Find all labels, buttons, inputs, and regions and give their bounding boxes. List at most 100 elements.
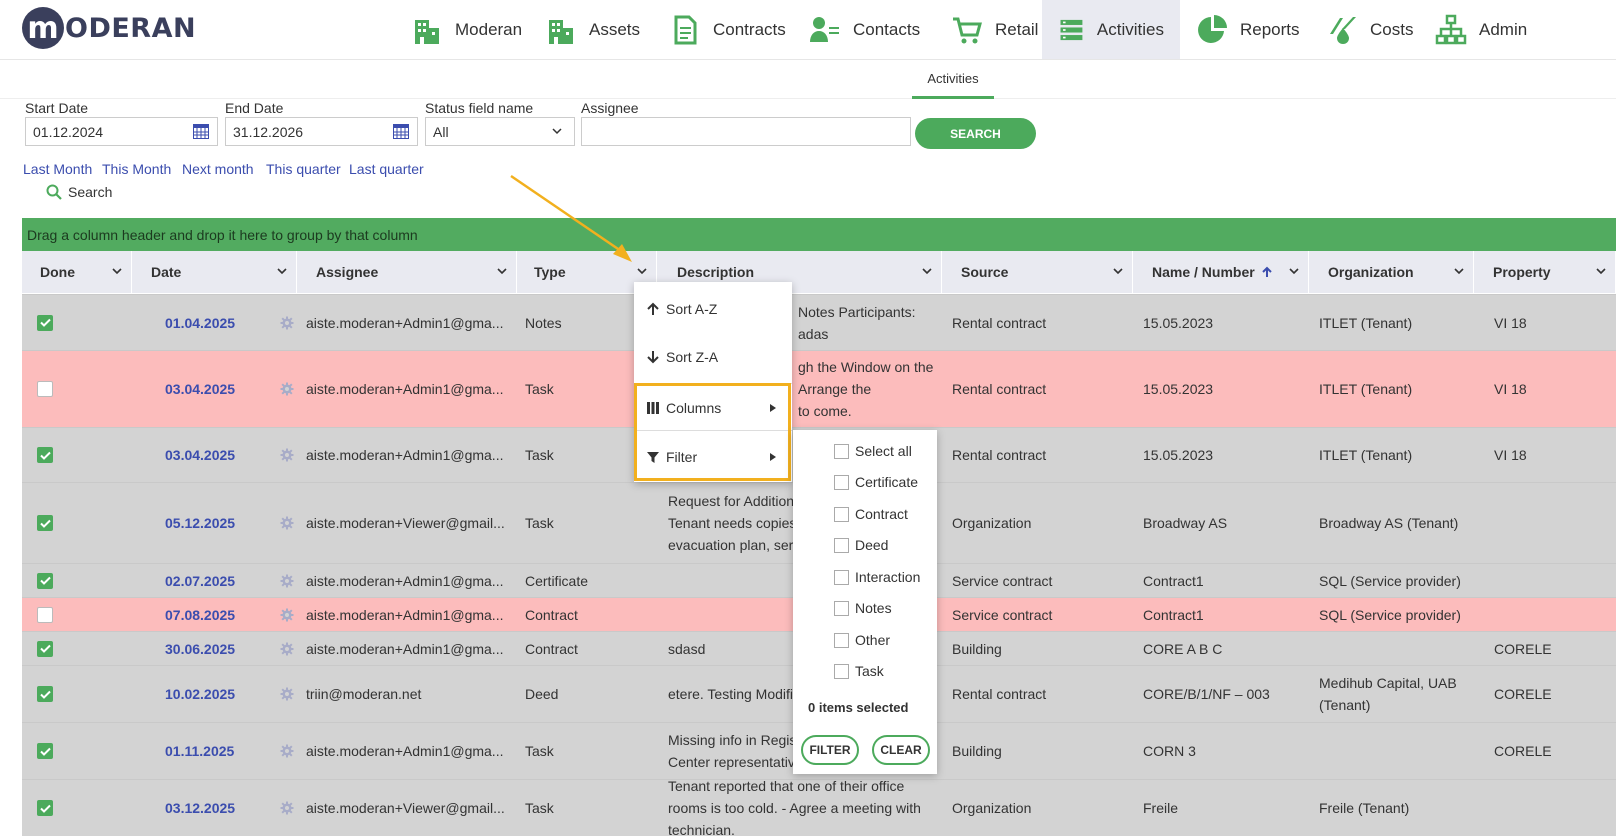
checkbox[interactable] [834, 569, 849, 585]
gear-icon[interactable] [280, 687, 294, 701]
gear-icon[interactable] [280, 448, 294, 462]
menu-item-columns[interactable]: Columns [634, 388, 792, 428]
quick-link-this-quarter[interactable]: This quarter [266, 161, 341, 177]
column-header-source[interactable]: Source [942, 251, 1133, 293]
chevron-down-icon[interactable] [921, 265, 933, 277]
gear-icon[interactable] [280, 642, 294, 656]
nav-moderan[interactable]: Moderan [395, 0, 538, 59]
type-text: Task [525, 515, 554, 531]
date-link[interactable]: 03.04.2025 [165, 378, 235, 400]
start-date-field[interactable]: 01.12.2024 [25, 117, 218, 146]
chevron-down-icon[interactable] [496, 265, 508, 277]
done-checkbox[interactable] [37, 640, 53, 657]
quick-link-last-month[interactable]: Last Month [23, 161, 92, 177]
tab-activities[interactable]: Activities [912, 60, 994, 99]
gear-icon[interactable] [280, 744, 294, 758]
cell-assignee: aiste.moderan+Admin1@gma... [306, 564, 517, 597]
done-checkbox[interactable] [37, 381, 53, 397]
quick-link-last-quarter[interactable]: Last quarter [349, 161, 424, 177]
nav-contracts[interactable]: Contracts [653, 0, 802, 59]
document-icon [674, 15, 697, 44]
date-link[interactable]: 05.12.2025 [165, 512, 235, 534]
chevron-down-icon[interactable] [111, 265, 123, 277]
column-header-done[interactable]: Done [22, 251, 132, 293]
filter-option-interaction[interactable]: Interaction [834, 569, 920, 585]
done-checkbox[interactable] [37, 314, 53, 331]
assignee-input[interactable] [581, 117, 911, 146]
filter-option-select-all[interactable]: Select all [834, 443, 912, 459]
filter-option-contract[interactable]: Contract [834, 506, 908, 522]
done-checkbox[interactable] [37, 743, 53, 759]
grid-search-button[interactable]: Search [46, 184, 112, 200]
checkbox[interactable] [834, 537, 849, 553]
menu-item-sort-za[interactable]: Sort Z-A [634, 337, 792, 377]
chevron-down-icon[interactable] [1595, 265, 1607, 277]
date-link[interactable]: 07.08.2025 [165, 604, 235, 626]
quick-link-this-month[interactable]: This Month [102, 161, 171, 177]
search-button[interactable]: SEARCH [915, 118, 1036, 149]
gear-icon[interactable] [280, 608, 294, 622]
done-checkbox[interactable] [37, 447, 53, 463]
chevron-down-icon[interactable] [1453, 265, 1465, 277]
nav-assets[interactable]: Assets [529, 0, 656, 59]
quick-link-next-month[interactable]: Next month [182, 161, 254, 177]
nav-activities[interactable]: Activities [1042, 0, 1180, 59]
done-checkbox[interactable] [37, 800, 53, 816]
nav-admin[interactable]: Admin [1419, 0, 1543, 59]
filter-option-task[interactable]: Task [834, 663, 884, 679]
nav-costs[interactable]: Costs [1310, 0, 1429, 59]
gear-icon[interactable] [280, 382, 294, 396]
filter-option-notes[interactable]: Notes [834, 600, 892, 616]
filter-option-certificate[interactable]: Certificate [834, 474, 918, 490]
nav-contacts[interactable]: Contacts [793, 0, 936, 59]
gear-icon[interactable] [280, 516, 294, 530]
chevron-down-icon[interactable] [1288, 265, 1300, 277]
checkbox[interactable] [834, 506, 849, 522]
group-drop-area[interactable]: Drag a column header and drop it here to… [22, 218, 1616, 251]
gear-icon[interactable] [280, 574, 294, 588]
date-link[interactable]: 03.12.2025 [165, 797, 235, 819]
done-checkbox[interactable] [37, 606, 53, 623]
filter-option-other[interactable]: Other [834, 632, 890, 648]
date-link[interactable]: 30.06.2025 [165, 638, 235, 660]
checkbox[interactable] [834, 663, 849, 679]
menu-item-sort-az[interactable]: Sort A-Z [634, 289, 792, 329]
menu-item-filter[interactable]: Filter [634, 437, 792, 477]
calendar-icon[interactable] [193, 124, 209, 139]
filter-apply-button[interactable]: FILTER [801, 735, 859, 765]
status-select[interactable]: All [425, 117, 575, 146]
nav-reports[interactable]: Reports [1180, 0, 1316, 59]
done-checkbox[interactable] [37, 515, 53, 531]
column-header-assignee[interactable]: Assignee [297, 251, 517, 293]
filter-option-deed[interactable]: Deed [834, 537, 888, 553]
date-link[interactable]: 10.02.2025 [165, 683, 235, 705]
table-row[interactable]: 03.04.2025 aiste.moderan+Admin1@gma... Tas… [22, 350, 1616, 427]
table-row[interactable]: 03.12.2025 aiste.moderan+Viewer@gmail... T… [22, 779, 1616, 836]
filter-clear-button[interactable]: CLEAR [872, 735, 930, 765]
checkbox[interactable] [834, 600, 849, 616]
column-header-organization[interactable]: Organization [1309, 251, 1474, 293]
calendar-icon[interactable] [393, 124, 409, 139]
chevron-down-icon[interactable] [1112, 265, 1124, 277]
checkbox[interactable] [834, 443, 849, 459]
date-link[interactable]: 01.11.2025 [165, 740, 234, 762]
gear-icon[interactable] [280, 801, 294, 815]
column-header-name-number[interactable]: Name / Number [1133, 251, 1309, 293]
done-checkbox[interactable] [37, 686, 53, 702]
type-text: Certificate [525, 572, 589, 589]
date-link[interactable]: 03.04.2025 [165, 444, 235, 466]
end-date-field[interactable]: 31.12.2026 [225, 117, 418, 146]
done-checkbox[interactable] [37, 572, 53, 589]
nav-retail[interactable]: Retail [935, 0, 1054, 59]
column-header-date[interactable]: Date [132, 251, 297, 293]
date-link[interactable]: 02.07.2025 [165, 570, 235, 592]
table-row[interactable]: 01.04.2025 aiste.moderan+Admin1@gma... Not… [22, 294, 1616, 350]
chevron-down-icon[interactable] [636, 265, 648, 277]
column-header-property[interactable]: Property [1474, 251, 1616, 293]
checkbox[interactable] [834, 632, 849, 648]
checkbox[interactable] [834, 474, 849, 490]
gear-icon[interactable] [280, 316, 294, 330]
date-link[interactable]: 01.04.2025 [165, 312, 235, 334]
chevron-down-icon[interactable] [276, 265, 288, 277]
moderan-logo[interactable]: m ODERAN [22, 6, 196, 50]
